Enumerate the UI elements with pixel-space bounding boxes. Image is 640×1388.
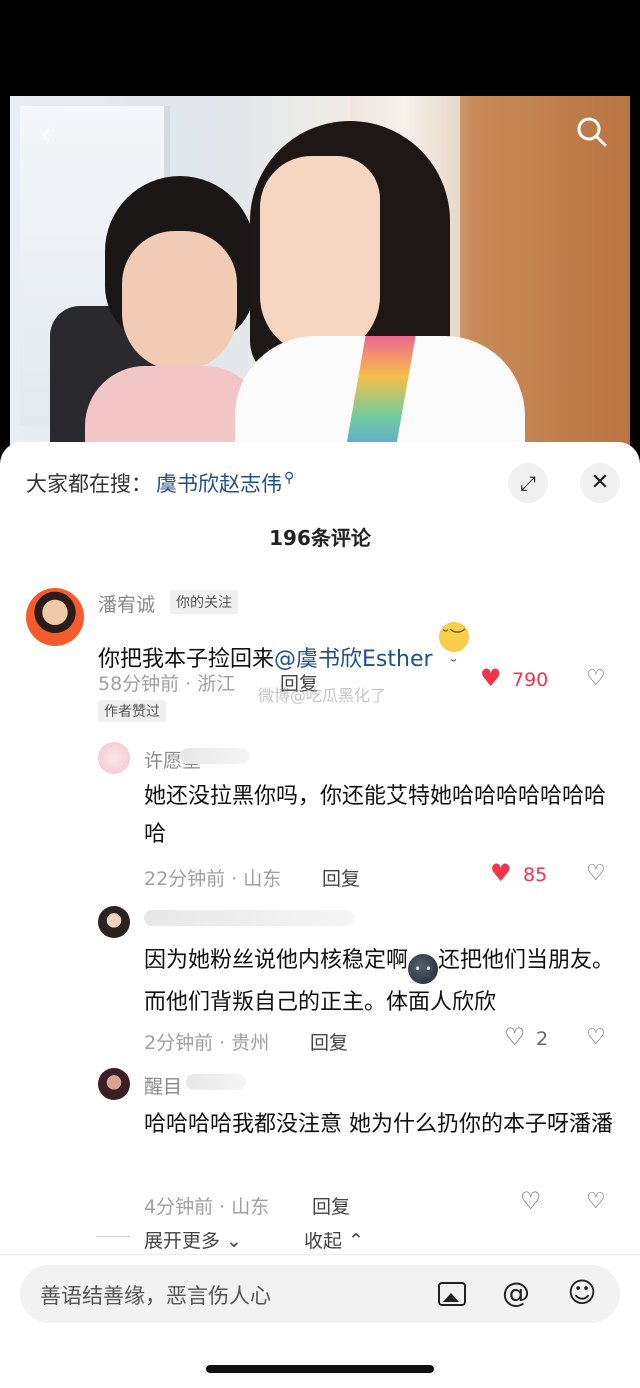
home-indicator[interactable] xyxy=(206,1365,434,1373)
reply-body: 因为她粉丝说他内核稳定啊 xyxy=(144,948,409,973)
like-count: 2 xyxy=(536,1028,549,1050)
blurred-name xyxy=(144,910,354,926)
like-count: 85 xyxy=(523,864,548,886)
avatar[interactable] xyxy=(26,588,84,646)
person-right-face xyxy=(260,156,380,356)
hot-search-bar[interactable]: 大家都在搜： 虞书欣赵志伟 ⚲ xyxy=(26,468,294,498)
annoyed-emoji-icon: ˘︶˘ xyxy=(438,622,469,676)
heart-outline-icon[interactable]: ♡ xyxy=(520,1187,542,1215)
username[interactable]: 潘宥诚 xyxy=(98,590,155,617)
dislike-icon[interactable]: ♡ xyxy=(586,861,606,886)
comment-meta: 58分钟前 · 浙江 xyxy=(98,673,236,695)
heart-outline-icon[interactable]: ♡ xyxy=(504,1023,526,1051)
chevron-left-icon[interactable]: ‹ xyxy=(26,114,66,154)
heart-filled-icon[interactable]: ♥ xyxy=(480,664,502,692)
search-icon: ⚲ xyxy=(284,470,295,486)
hot-search-prefix: 大家都在搜： xyxy=(26,472,152,496)
watermark: 微博@吃瓜黑化了 xyxy=(258,686,387,705)
like-count: 790 xyxy=(512,669,549,691)
dislike-icon[interactable]: ♡ xyxy=(586,1025,606,1050)
person-left-face xyxy=(122,231,237,371)
video-player[interactable]: ‹ xyxy=(10,96,630,446)
reply-meta: 22分钟前 · 山东 xyxy=(144,868,282,890)
reply-button[interactable]: 回复 xyxy=(322,864,360,891)
avatar[interactable] xyxy=(98,742,130,774)
collapse-button[interactable]: 收起 ⌃ xyxy=(304,1232,364,1253)
username[interactable]: 醒目 xyxy=(144,1072,182,1099)
reply-meta: 2分钟前 · 贵州 xyxy=(144,1032,270,1054)
comment-input-bar: 善语结善缘，恶言伤人心 @ ☺ xyxy=(0,1254,640,1388)
input-placeholder: 善语结善缘，恶言伤人心 xyxy=(40,1284,271,1308)
comment-input[interactable]: 善语结善缘，恶言伤人心 @ ☺ xyxy=(20,1265,620,1323)
follow-badge: 你的关注 xyxy=(170,590,238,614)
blurred-name xyxy=(186,1074,246,1090)
expand-more-button[interactable]: 展开更多 ⌄ xyxy=(144,1232,242,1253)
search-icon[interactable] xyxy=(572,114,612,154)
at-icon[interactable]: @ xyxy=(498,1275,534,1311)
dislike-icon[interactable]: ♡ xyxy=(586,1189,606,1214)
avatar[interactable] xyxy=(98,1068,130,1100)
reply-text: 因为她粉丝说他内核稳定啊 • • 还把他们当朋友。而他们背叛自己的正主。体面人欣欣 xyxy=(144,942,616,1022)
reply-text: 哈哈哈哈我都没注意 她为什么扔你的本子呀潘潘 xyxy=(144,1112,613,1137)
author-liked-badge: 作者赞过 xyxy=(98,700,166,722)
blurred-name xyxy=(180,748,250,764)
reply-button[interactable]: 回复 xyxy=(310,1028,348,1055)
image-icon[interactable] xyxy=(434,1275,470,1311)
reply-button[interactable]: 回复 xyxy=(312,1192,350,1219)
expand-icon[interactable]: ⤢ xyxy=(508,463,548,503)
heart-filled-icon[interactable]: ♥ xyxy=(490,859,512,887)
dislike-icon[interactable]: ♡ xyxy=(586,666,606,691)
moon-emoji-icon: • • xyxy=(408,954,439,984)
emoji-icon[interactable]: ☺ xyxy=(564,1275,600,1311)
reply-meta: 4分钟前 · 山东 xyxy=(144,1196,270,1218)
close-icon[interactable]: ✕ xyxy=(580,463,620,503)
reply-text: 她还没拉黑你吗，你还能艾特她哈哈哈哈哈哈哈哈 xyxy=(144,784,607,847)
comment-sheet: 大家都在搜： 虞书欣赵志伟 ⚲ ⤢ ✕ 196条评论 潘宥诚 你的关注 你把我本… xyxy=(0,442,640,1388)
avatar[interactable] xyxy=(98,906,130,938)
status-area xyxy=(0,0,640,96)
comment-count: 196条评论 xyxy=(269,526,371,550)
divider xyxy=(96,1236,130,1237)
expand-collapse-row: 展开更多 ⌄ 收起 ⌃ xyxy=(96,1232,416,1256)
hot-search-term[interactable]: 虞书欣赵志伟 xyxy=(156,468,282,498)
